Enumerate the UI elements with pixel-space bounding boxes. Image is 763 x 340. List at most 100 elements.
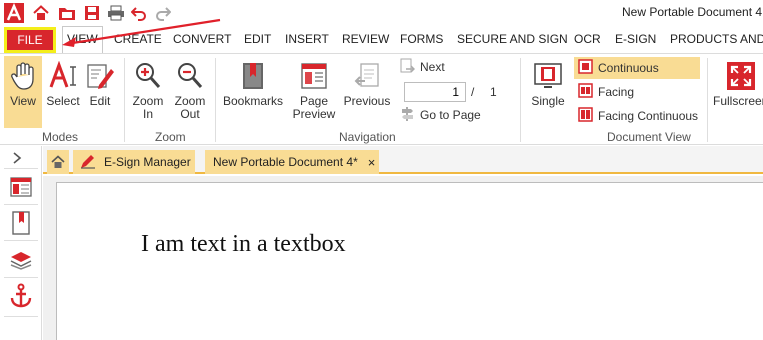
sidebar-divider (4, 168, 38, 169)
home-icon[interactable] (31, 3, 51, 23)
page-preview-icon (298, 59, 330, 93)
tab-convert[interactable]: CONVERT (169, 26, 235, 53)
sidebar-divider (4, 277, 38, 278)
redo-icon[interactable] (153, 3, 173, 23)
tab-edit[interactable]: EDIT (240, 26, 275, 53)
document-tab-label: New Portable Document 4* (213, 155, 358, 169)
save-icon[interactable] (82, 3, 102, 23)
undo-icon[interactable] (129, 3, 149, 23)
bookmark-icon (237, 59, 269, 93)
edit-pencil-icon (84, 59, 116, 93)
close-tab-icon[interactable]: × (368, 155, 376, 170)
document-view-group-label: Document View (607, 130, 691, 144)
previous-page-label: Previous (343, 94, 391, 108)
facing-continuous-view-button[interactable]: Facing Continuous (574, 105, 698, 127)
text-select-icon (47, 59, 79, 93)
document-tab[interactable]: New Portable Document 4* × (205, 150, 379, 174)
fullscreen-icon (725, 59, 757, 93)
previous-page-button[interactable]: Previous (342, 59, 392, 108)
facing-view-button[interactable]: Facing (574, 81, 634, 103)
page-preview-button[interactable]: Page Preview (290, 59, 338, 121)
modes-group-label: Modes (42, 130, 79, 144)
fullscreen-button[interactable]: Fullscreen (713, 59, 763, 108)
continuous-view-icon (578, 59, 593, 77)
zoom-group-label: Zoom (155, 130, 186, 144)
zoom-out-icon (174, 59, 206, 93)
single-page-button[interactable]: Single (526, 59, 570, 108)
page-preview-label-2: Preview (292, 107, 336, 121)
tab-insert[interactable]: INSERT (281, 26, 333, 53)
page-thumbnails-icon[interactable] (9, 174, 33, 200)
ribbon-divider (124, 58, 125, 142)
ribbon-divider (215, 58, 216, 142)
document-page: I am text in a textbox (56, 182, 763, 340)
sidebar-divider (4, 316, 38, 317)
esign-manager-tab-label: E-Sign Manager (104, 155, 191, 169)
home-tab[interactable] (47, 150, 69, 174)
ribbon: View Select Edit Modes Zoom In Zoom Out … (0, 53, 763, 145)
select-mode-label: Select (46, 94, 80, 108)
sidebar-divider (4, 204, 38, 205)
continuous-view-button[interactable]: Continuous (574, 57, 700, 79)
tab-file[interactable]: FILE (4, 27, 56, 53)
title-bar: New Portable Document 4 (0, 0, 763, 26)
textbox-content[interactable]: I am text in a textbox (141, 231, 346, 258)
tab-ocr[interactable]: OCR (570, 26, 605, 53)
go-to-page-button[interactable]: Go to Page (400, 104, 481, 126)
facing-view-icon (578, 83, 593, 101)
tab-create[interactable]: CREATE (110, 26, 166, 53)
anchor-icon[interactable] (9, 283, 33, 309)
facing-view-label: Facing (598, 85, 635, 99)
zoom-out-label-2: Out (180, 107, 200, 121)
home-tab-icon (51, 155, 65, 168)
document-canvas: I am text in a textbox (43, 176, 763, 340)
tab-forms[interactable]: FORMS (396, 26, 447, 53)
hand-icon (7, 59, 39, 93)
sidebar-divider (4, 240, 38, 241)
next-page-label: Next (420, 60, 445, 74)
tab-e-sign[interactable]: E-SIGN (611, 26, 660, 53)
print-icon[interactable] (106, 3, 126, 23)
bookmarks-panel-icon[interactable] (9, 210, 33, 236)
single-page-icon (532, 59, 564, 93)
go-to-page-icon (400, 106, 415, 125)
tab-secure-and-sign[interactable]: SECURE AND SIGN (453, 26, 572, 53)
view-mode-button[interactable]: View (4, 56, 42, 128)
zoom-in-label-2: In (142, 107, 153, 121)
esign-pen-icon (79, 154, 97, 170)
esign-manager-tab[interactable]: E-Sign Manager (73, 150, 195, 174)
page-separator: / (471, 85, 475, 99)
tab-products[interactable]: PRODUCTS AND I (666, 26, 763, 53)
select-mode-button[interactable]: Select (44, 59, 82, 108)
document-tab-bar: E-Sign Manager New Portable Document 4* … (43, 146, 763, 174)
fullscreen-label: Fullscreen (713, 94, 763, 108)
view-mode-label: View (10, 94, 36, 108)
next-page-icon (400, 58, 415, 77)
previous-page-icon (351, 59, 383, 93)
facing-continuous-icon (578, 107, 593, 125)
app-logo-icon (4, 3, 24, 23)
edit-mode-label: Edit (89, 94, 111, 108)
ribbon-tab-row: VIEW CREATE CONVERT EDIT INSERT REVIEW F… (0, 26, 763, 53)
expand-sidebar-chevron-icon[interactable] (12, 152, 22, 167)
single-page-label: Single (531, 94, 565, 108)
ribbon-divider (520, 58, 521, 142)
zoom-in-button[interactable]: Zoom In (128, 59, 168, 121)
window-title: New Portable Document 4 (622, 5, 763, 19)
page-number-input[interactable] (404, 82, 466, 102)
bookmarks-button[interactable]: Bookmarks (222, 59, 284, 108)
edit-mode-button[interactable]: Edit (82, 59, 118, 108)
left-sidebar (0, 146, 42, 340)
navigation-group-label: Navigation (339, 130, 396, 144)
layers-icon[interactable] (9, 246, 33, 272)
next-page-button[interactable]: Next (400, 56, 445, 78)
tab-review[interactable]: REVIEW (338, 26, 393, 53)
facing-continuous-label: Facing Continuous (598, 109, 699, 123)
continuous-view-label: Continuous (598, 61, 659, 75)
zoom-out-button[interactable]: Zoom Out (170, 59, 210, 121)
zoom-in-icon (132, 59, 164, 93)
open-folder-icon[interactable] (57, 3, 77, 23)
go-to-page-label: Go to Page (420, 108, 481, 122)
tab-view[interactable]: VIEW (62, 26, 103, 53)
ribbon-divider (707, 58, 708, 142)
